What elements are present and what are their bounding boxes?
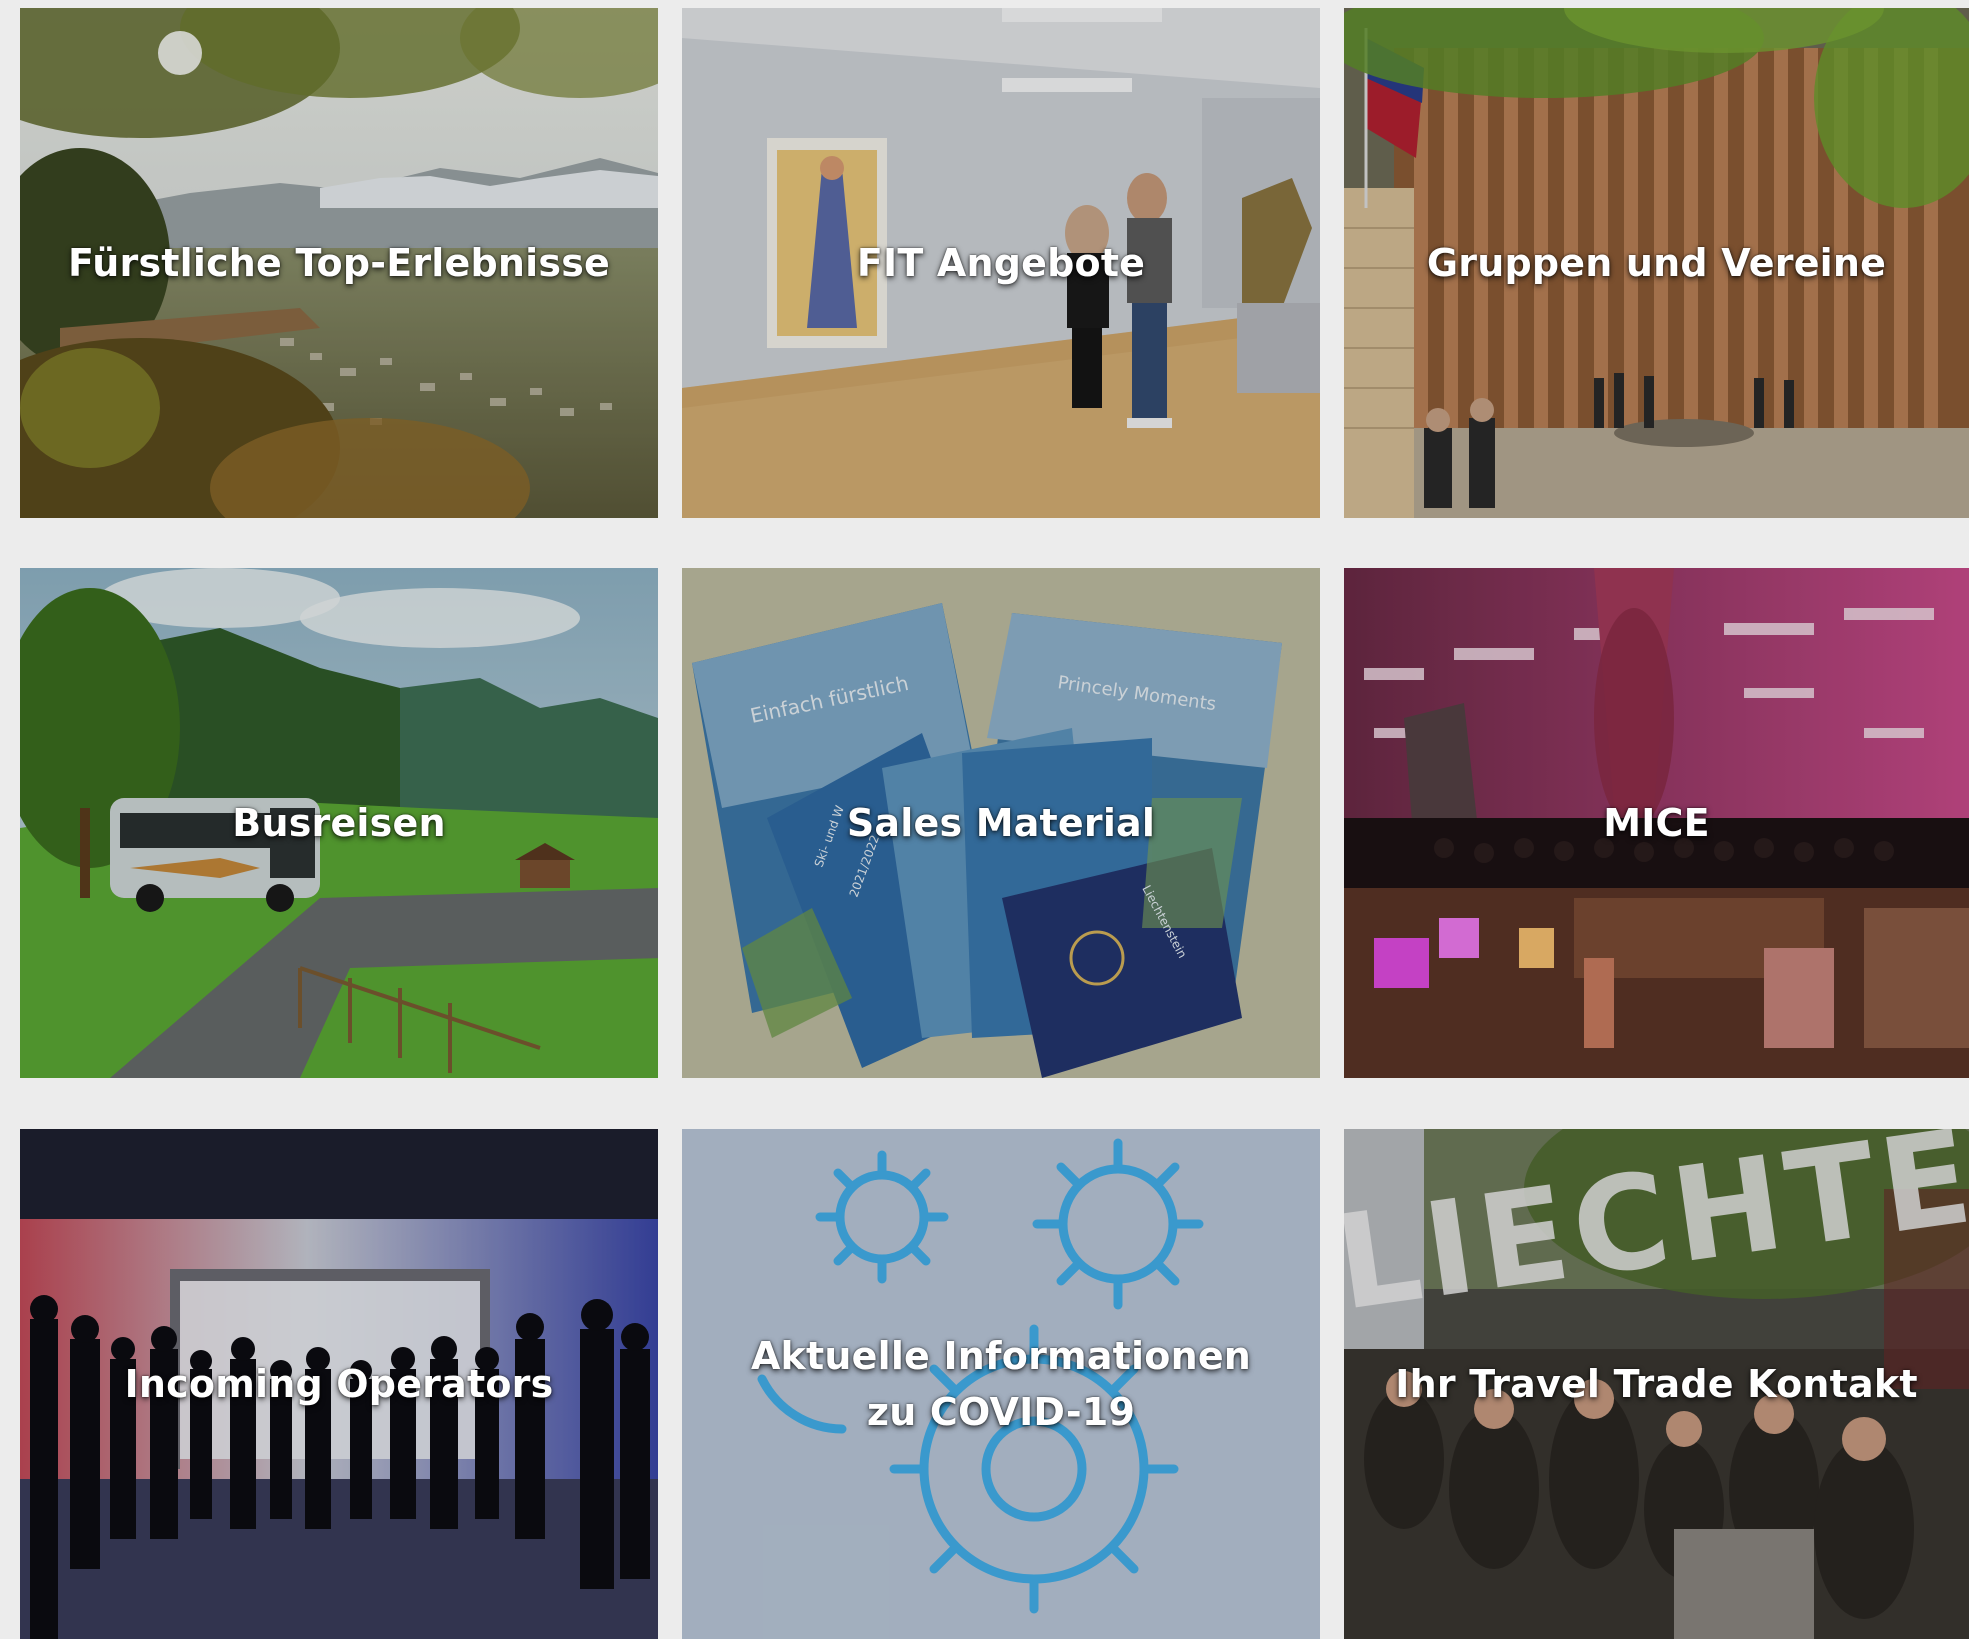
tile-sales-material[interactable]: Einfach fürstlich Princely Moments Ski- … [682,568,1320,1078]
tile-label: MICE [1603,801,1710,845]
tile-label: Aktuelle Informationen zu COVID-19 [750,1334,1252,1434]
tile-label: FIT Angebote [856,241,1146,285]
tile-groups-clubs[interactable]: Gruppen und Vereine [1344,8,1969,518]
tile-label: Busreisen [232,801,446,845]
tile-label: Incoming Operators [124,1362,554,1406]
tile-travel-trade-contact[interactable]: LIECHTENSTEIN Ihr Travel Trade Kontakt [1344,1129,1969,1639]
tile-label: Sales Material [846,801,1156,845]
tile-top-experiences[interactable]: Fürstliche Top-Erlebnisse [20,8,658,518]
tile-covid-info[interactable]: Aktuelle Informationen zu COVID-19 [682,1129,1320,1639]
tile-label: Gruppen und Vereine [1426,241,1887,285]
tile-grid: Fürstliche Top-Erlebnisse FIT Angebote G… [0,0,1969,1639]
tile-mice[interactable]: MICE [1344,568,1969,1078]
tile-label: Ihr Travel Trade Kontakt [1395,1362,1918,1406]
tile-incoming-operators[interactable]: Incoming Operators [20,1129,658,1639]
tile-label: Fürstliche Top-Erlebnisse [67,241,610,285]
tile-bus-tours[interactable]: Busreisen [20,568,658,1078]
tile-fit-offers[interactable]: FIT Angebote [682,8,1320,518]
